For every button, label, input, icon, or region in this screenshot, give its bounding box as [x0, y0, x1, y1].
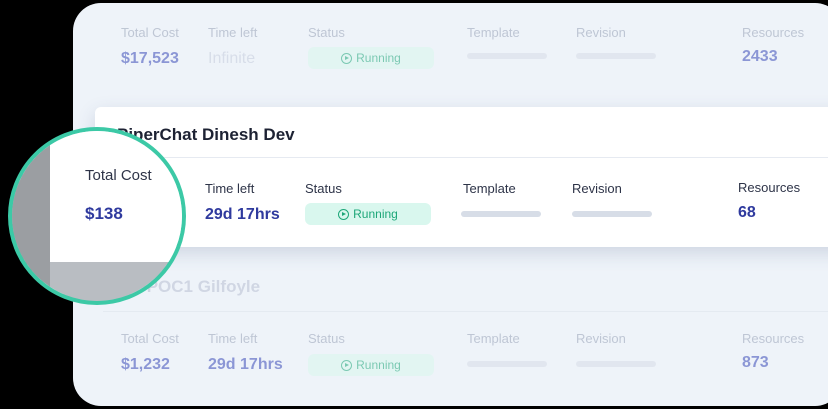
highlight-shade: [12, 131, 50, 301]
revision-placeholder-bar: [572, 211, 652, 217]
resources-label: Resources: [738, 180, 801, 195]
total-cost-value: $138: [85, 204, 123, 223]
divider: [103, 311, 828, 312]
status-badge: Running: [308, 354, 434, 376]
resources-label: Resources: [742, 25, 805, 40]
time-left-label: Time left: [205, 181, 255, 196]
template-label: Template: [463, 181, 516, 196]
template-label: Template: [467, 331, 520, 346]
template-placeholder-bar: [467, 361, 547, 367]
revision-placeholder-bar: [576, 53, 656, 59]
environments-panel: Total Cost $17,523 Time left Infinite St…: [73, 3, 828, 406]
resources-value: 2433: [742, 48, 778, 65]
play-circle-icon: [338, 208, 350, 220]
revision-label: Revision: [576, 331, 626, 346]
resources-value: 68: [738, 204, 756, 221]
total-cost-value: $17,523: [121, 50, 179, 67]
total-cost-value: $1,232: [121, 356, 170, 373]
resources-label: Resources: [742, 331, 805, 346]
status-badge: Running: [305, 203, 431, 225]
divider: [95, 157, 828, 158]
status-label: Status: [308, 25, 345, 40]
time-left-value: 29d 17hrs: [205, 206, 280, 223]
status-label: Status: [305, 181, 342, 196]
total-cost-label: Total Cost: [85, 167, 152, 184]
time-left-label: Time left: [208, 25, 258, 40]
highlight-shade-lower: [50, 262, 182, 301]
status-badge: Running: [308, 47, 434, 69]
status-text: Running: [356, 51, 401, 65]
status-text: Running: [356, 358, 401, 372]
highlight-card-area: [50, 131, 182, 262]
total-cost-label: Total Cost: [121, 331, 179, 346]
total-cost-highlight: Total Cost $138: [8, 127, 186, 305]
template-placeholder-bar: [467, 53, 547, 59]
environment-card-active[interactable]: PiperChat Dinesh Dev Total Cost $138 Tim…: [81, 107, 828, 247]
play-circle-icon: [341, 359, 353, 371]
template-placeholder-bar: [461, 211, 541, 217]
template-label: Template: [467, 25, 520, 40]
revision-placeholder-bar: [576, 361, 656, 367]
revision-label: Revision: [576, 25, 626, 40]
total-cost-label: Total Cost: [121, 25, 179, 40]
status-text: Running: [353, 207, 398, 221]
time-left-value: Infinite: [208, 50, 256, 67]
time-left-value: 29d 17hrs: [208, 356, 283, 373]
play-circle-icon: [341, 52, 353, 64]
time-left-label: Time left: [208, 331, 258, 346]
status-label: Status: [308, 331, 345, 346]
revision-label: Revision: [572, 181, 622, 196]
resources-value: 873: [742, 354, 769, 371]
